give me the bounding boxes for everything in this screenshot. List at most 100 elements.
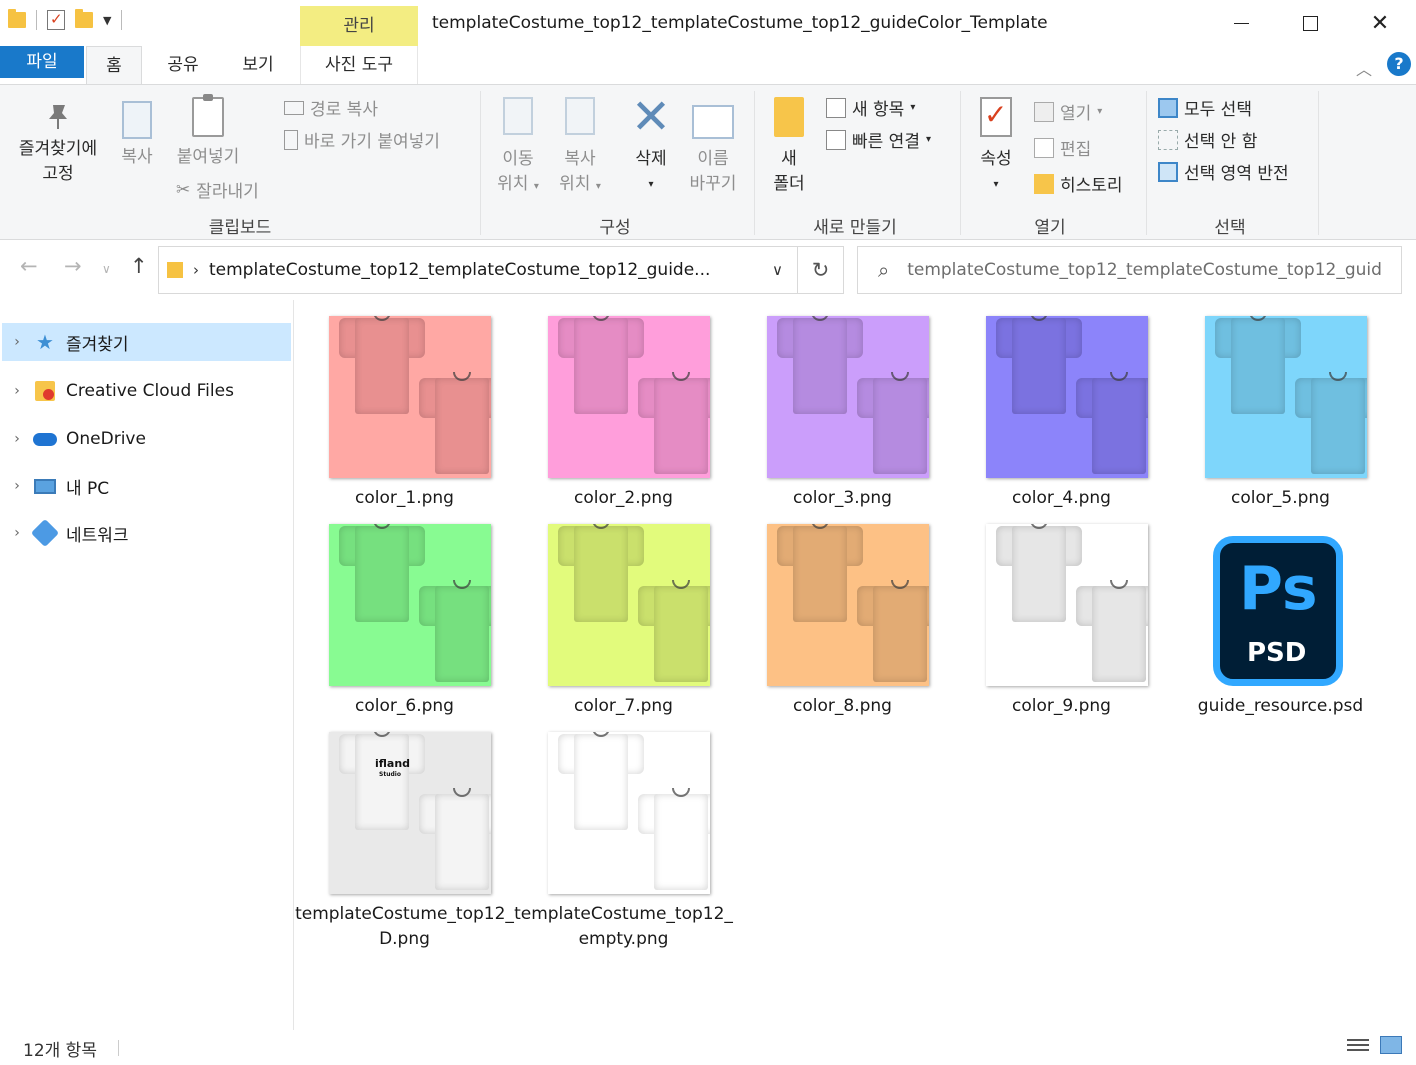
tshirt-shape <box>638 368 710 478</box>
maximize-button[interactable] <box>1275 0 1345 46</box>
tshirt-shape <box>419 576 491 686</box>
sidebar-item-onedrive[interactable]: › OneDrive <box>2 420 291 458</box>
paste-shortcut-button[interactable]: 바로 가기 붙여넣기 <box>284 127 440 152</box>
sidebar-item-creative-cloud[interactable]: › Creative Cloud Files <box>2 372 291 410</box>
address-dropdown-chevron-icon[interactable]: ∨ <box>772 261 783 279</box>
tab-file[interactable]: 파일 <box>0 46 84 78</box>
tshirt-shape <box>996 524 1082 626</box>
delete-button[interactable]: ✕ 삭제 ▾ <box>626 89 676 197</box>
tshirt-shape <box>1295 368 1367 478</box>
sidebar-item-label: Creative Cloud Files <box>66 381 234 401</box>
minimize-button[interactable] <box>1206 0 1276 46</box>
new-item-button[interactable]: 새 항목 ▾ <box>826 95 915 120</box>
invert-selection-icon <box>1158 161 1178 182</box>
edit-button[interactable]: 편집 <box>1034 135 1091 160</box>
group-label-select: 선택 <box>1214 218 1246 238</box>
copy-button[interactable]: 복사 <box>114 101 160 170</box>
select-none-button[interactable]: 선택 안 함 <box>1158 127 1257 152</box>
history-label: 히스토리 <box>1060 176 1123 196</box>
rename-button[interactable]: 이름 바꾸기 <box>684 97 742 197</box>
paste-button[interactable]: 붙여넣기 <box>170 94 246 170</box>
tab-photo-tools[interactable]: 사진 도구 <box>300 46 418 84</box>
back-arrow-icon[interactable]: ← <box>20 254 38 278</box>
rename-label-line2: 바꾸기 <box>689 174 737 194</box>
open-button[interactable]: 열기 ▾ <box>1034 99 1102 124</box>
expand-chevron-icon[interactable]: › <box>2 334 32 350</box>
recent-locations-chevron-icon[interactable]: ∨ <box>102 262 111 276</box>
search-icon: ⌕ <box>878 258 890 282</box>
search-box[interactable]: ⌕ templateCostume_top12_templateCostume_… <box>857 246 1402 294</box>
select-none-icon <box>1158 129 1178 150</box>
search-placeholder[interactable]: templateCostume_top12_templateCostume_to… <box>907 260 1382 280</box>
dropdown-arrow-icon: ▾ <box>993 179 999 190</box>
large-icons-view-icon[interactable] <box>1380 1036 1402 1054</box>
rename-label-line1: 이름 <box>697 149 729 169</box>
pin-to-quick-access-button[interactable]: 즐겨찾기에 고정 <box>10 101 106 187</box>
cut-button[interactable]: ✂ 잘라내기 <box>176 177 259 203</box>
details-view-icon[interactable] <box>1347 1036 1369 1054</box>
file-name: color_5.png <box>1231 488 1330 508</box>
address-bar[interactable]: › templateCostume_top12_templateCostume_… <box>158 246 798 294</box>
move-to-button[interactable]: 이동 위치 ▾ <box>492 97 544 199</box>
copy-path-button[interactable]: 경로 복사 <box>284 95 378 120</box>
tshirt-shape <box>558 524 644 626</box>
copy-to-button[interactable]: 복사 위치 ▾ <box>554 97 606 199</box>
divider <box>754 91 755 235</box>
edit-label: 편집 <box>1060 140 1092 160</box>
network-icon <box>30 518 60 548</box>
copy-path-label: 경로 복사 <box>310 100 378 120</box>
divider <box>1318 91 1319 235</box>
history-icon <box>1034 173 1054 194</box>
tshirt-shape <box>638 576 710 686</box>
star-icon: ★ <box>36 330 54 354</box>
tab-home[interactable]: 홈 <box>86 46 142 85</box>
file-name: color_6.png <box>355 696 454 716</box>
sidebar-item-label: 즐겨찾기 <box>66 334 129 355</box>
up-arrow-icon[interactable]: ↑ <box>130 254 148 278</box>
divider <box>480 91 481 235</box>
divider <box>121 10 123 30</box>
group-label-clipboard: 클립보드 <box>208 218 272 238</box>
image-thumbnail <box>548 316 710 478</box>
photoshop-file-icon: Ps PSD <box>1213 528 1359 686</box>
easy-access-button[interactable]: 빠른 연결 ▾ <box>826 127 931 152</box>
delete-x-icon: ✕ <box>630 89 672 145</box>
sidebar-item-this-pc[interactable]: › 내 PC <box>2 467 291 505</box>
collapse-ribbon-icon[interactable]: ︿ <box>1356 56 1372 80</box>
expand-chevron-icon[interactable]: › <box>2 478 32 494</box>
group-label-open: 열기 <box>1034 218 1066 238</box>
divider <box>118 1040 119 1056</box>
file-name: color_4.png <box>1012 488 1111 508</box>
expand-chevron-icon[interactable]: › <box>2 383 32 399</box>
refresh-button[interactable]: ↻ <box>798 246 844 294</box>
new-folder-label-line2: 폴더 <box>773 174 805 194</box>
invert-selection-button[interactable]: 선택 영역 반전 <box>1158 159 1289 184</box>
properties-button[interactable]: 속성 ▾ <box>972 97 1020 197</box>
close-button[interactable]: ✕ <box>1345 0 1415 46</box>
select-all-button[interactable]: 모두 선택 <box>1158 95 1252 120</box>
tab-view[interactable]: 보기 <box>230 46 286 84</box>
breadcrumb-chevron-icon[interactable]: › <box>193 261 199 279</box>
sidebar-item-label: 네트워크 <box>66 525 129 546</box>
expand-chevron-icon[interactable]: › <box>2 525 32 541</box>
file-name: color_8.png <box>793 696 892 716</box>
properties-icon[interactable] <box>47 10 65 30</box>
copy-label: 복사 <box>121 147 153 167</box>
tab-share[interactable]: 공유 <box>156 46 210 84</box>
image-thumbnail <box>329 316 491 478</box>
new-folder-icon[interactable] <box>75 9 93 28</box>
quick-access-toolbar: ▼ <box>8 9 123 30</box>
sidebar-item-network[interactable]: › 네트워크 <box>2 514 291 552</box>
sidebar-item-quick-access[interactable]: › ★ 즐겨찾기 <box>2 323 291 361</box>
forward-arrow-icon[interactable]: → <box>64 254 82 278</box>
history-button[interactable]: 히스토리 <box>1034 171 1123 196</box>
address-path[interactable]: templateCostume_top12_templateCostume_to… <box>209 260 739 280</box>
context-tab-manage[interactable]: 관리 <box>300 6 418 46</box>
tshirt-shape <box>339 316 425 418</box>
help-icon[interactable]: ? <box>1387 52 1411 76</box>
customize-toolbar-chevron-icon[interactable]: ▼ <box>103 14 111 27</box>
tshirt-shape <box>339 732 425 834</box>
expand-chevron-icon[interactable]: › <box>2 431 32 447</box>
new-folder-button[interactable]: 새 폴더 <box>766 97 812 197</box>
tshirt-shape <box>1076 576 1148 686</box>
